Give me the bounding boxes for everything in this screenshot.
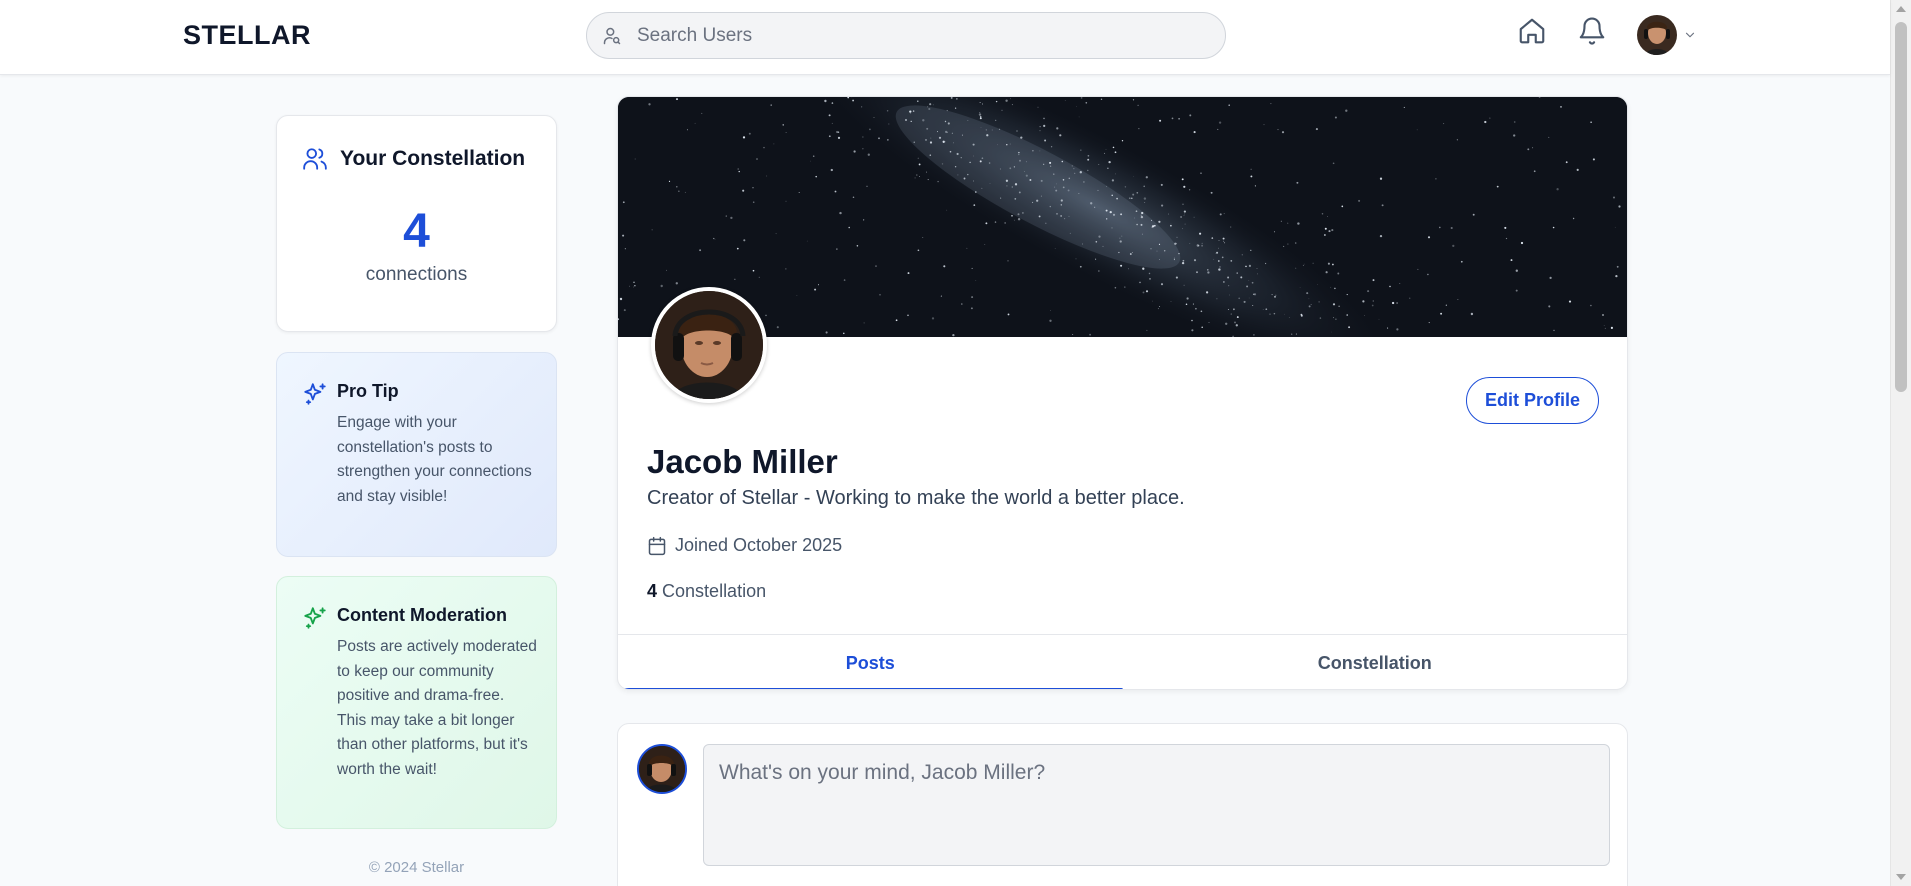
top-navbar: STELLAR [0,0,1890,75]
profile-tabs: Posts Constellation [618,634,1628,689]
pro-tip-card: Pro Tip Engage with your constellation's… [276,352,557,557]
users-icon [302,146,328,172]
constellation-card-title: Your Constellation [340,147,526,170]
scroll-up-arrow[interactable] [1896,6,1906,12]
profile-name: Jacob Miller [647,443,838,480]
cover-image [618,97,1627,337]
profile-avatar[interactable] [651,287,767,403]
scroll-down-arrow[interactable] [1896,874,1906,880]
post-composer [617,723,1628,886]
tab-posts[interactable]: Posts [618,635,1123,689]
joined-date-text: Joined October 2025 [675,535,843,555]
chevron-down-icon [1683,28,1697,42]
content-moderation-card: Content Moderation Posts are actively mo… [276,576,557,829]
pro-tip-title: Pro Tip [337,381,399,401]
content-moderation-title: Content Moderation [337,605,507,625]
home-icon [1517,16,1547,51]
constellation-stat-count: 4 [647,581,658,601]
content-moderation-text: Posts are actively moderated to keep our… [337,638,537,778]
brand-logo[interactable]: STELLAR [183,20,311,51]
notifications-button[interactable] [1576,17,1608,49]
edit-profile-button[interactable]: Edit Profile [1466,377,1599,424]
post-input[interactable] [703,744,1610,866]
scrollbar-thumb[interactable] [1895,22,1907,392]
profile-bio: Creator of Stellar - Working to make the… [647,487,1185,509]
joined-date: Joined October 2025 [647,535,842,556]
calendar-icon [647,536,667,556]
pro-tip-text: Engage with your constellation's posts t… [337,414,532,505]
bell-icon [1577,16,1607,51]
user-menu[interactable] [1637,15,1697,55]
connections-label: connections [365,264,468,285]
sparkles-icon [302,605,328,636]
copyright-footer: © 2024 Stellar [368,859,465,876]
constellation-stat[interactable]: 4 Constellation [647,581,766,602]
avatar [1637,15,1677,55]
connections-count: 4 [403,205,430,258]
home-button[interactable] [1516,17,1548,49]
sparkles-icon [302,381,328,412]
profile-card: Edit Profile Jacob Miller Creator of Ste… [617,96,1628,690]
constellation-stat-label: Constellation [662,581,767,601]
composer-avatar [637,744,687,794]
user-search-icon [601,25,623,47]
constellation-card: Your Constellation 4 connections [276,115,557,332]
tab-constellation[interactable]: Constellation [1123,635,1628,689]
page-scrollbar[interactable] [1890,0,1911,886]
constellation-card-header: Your Constellation [302,146,525,172]
search-input[interactable] [637,24,1197,47]
search-bar[interactable] [586,12,1226,59]
